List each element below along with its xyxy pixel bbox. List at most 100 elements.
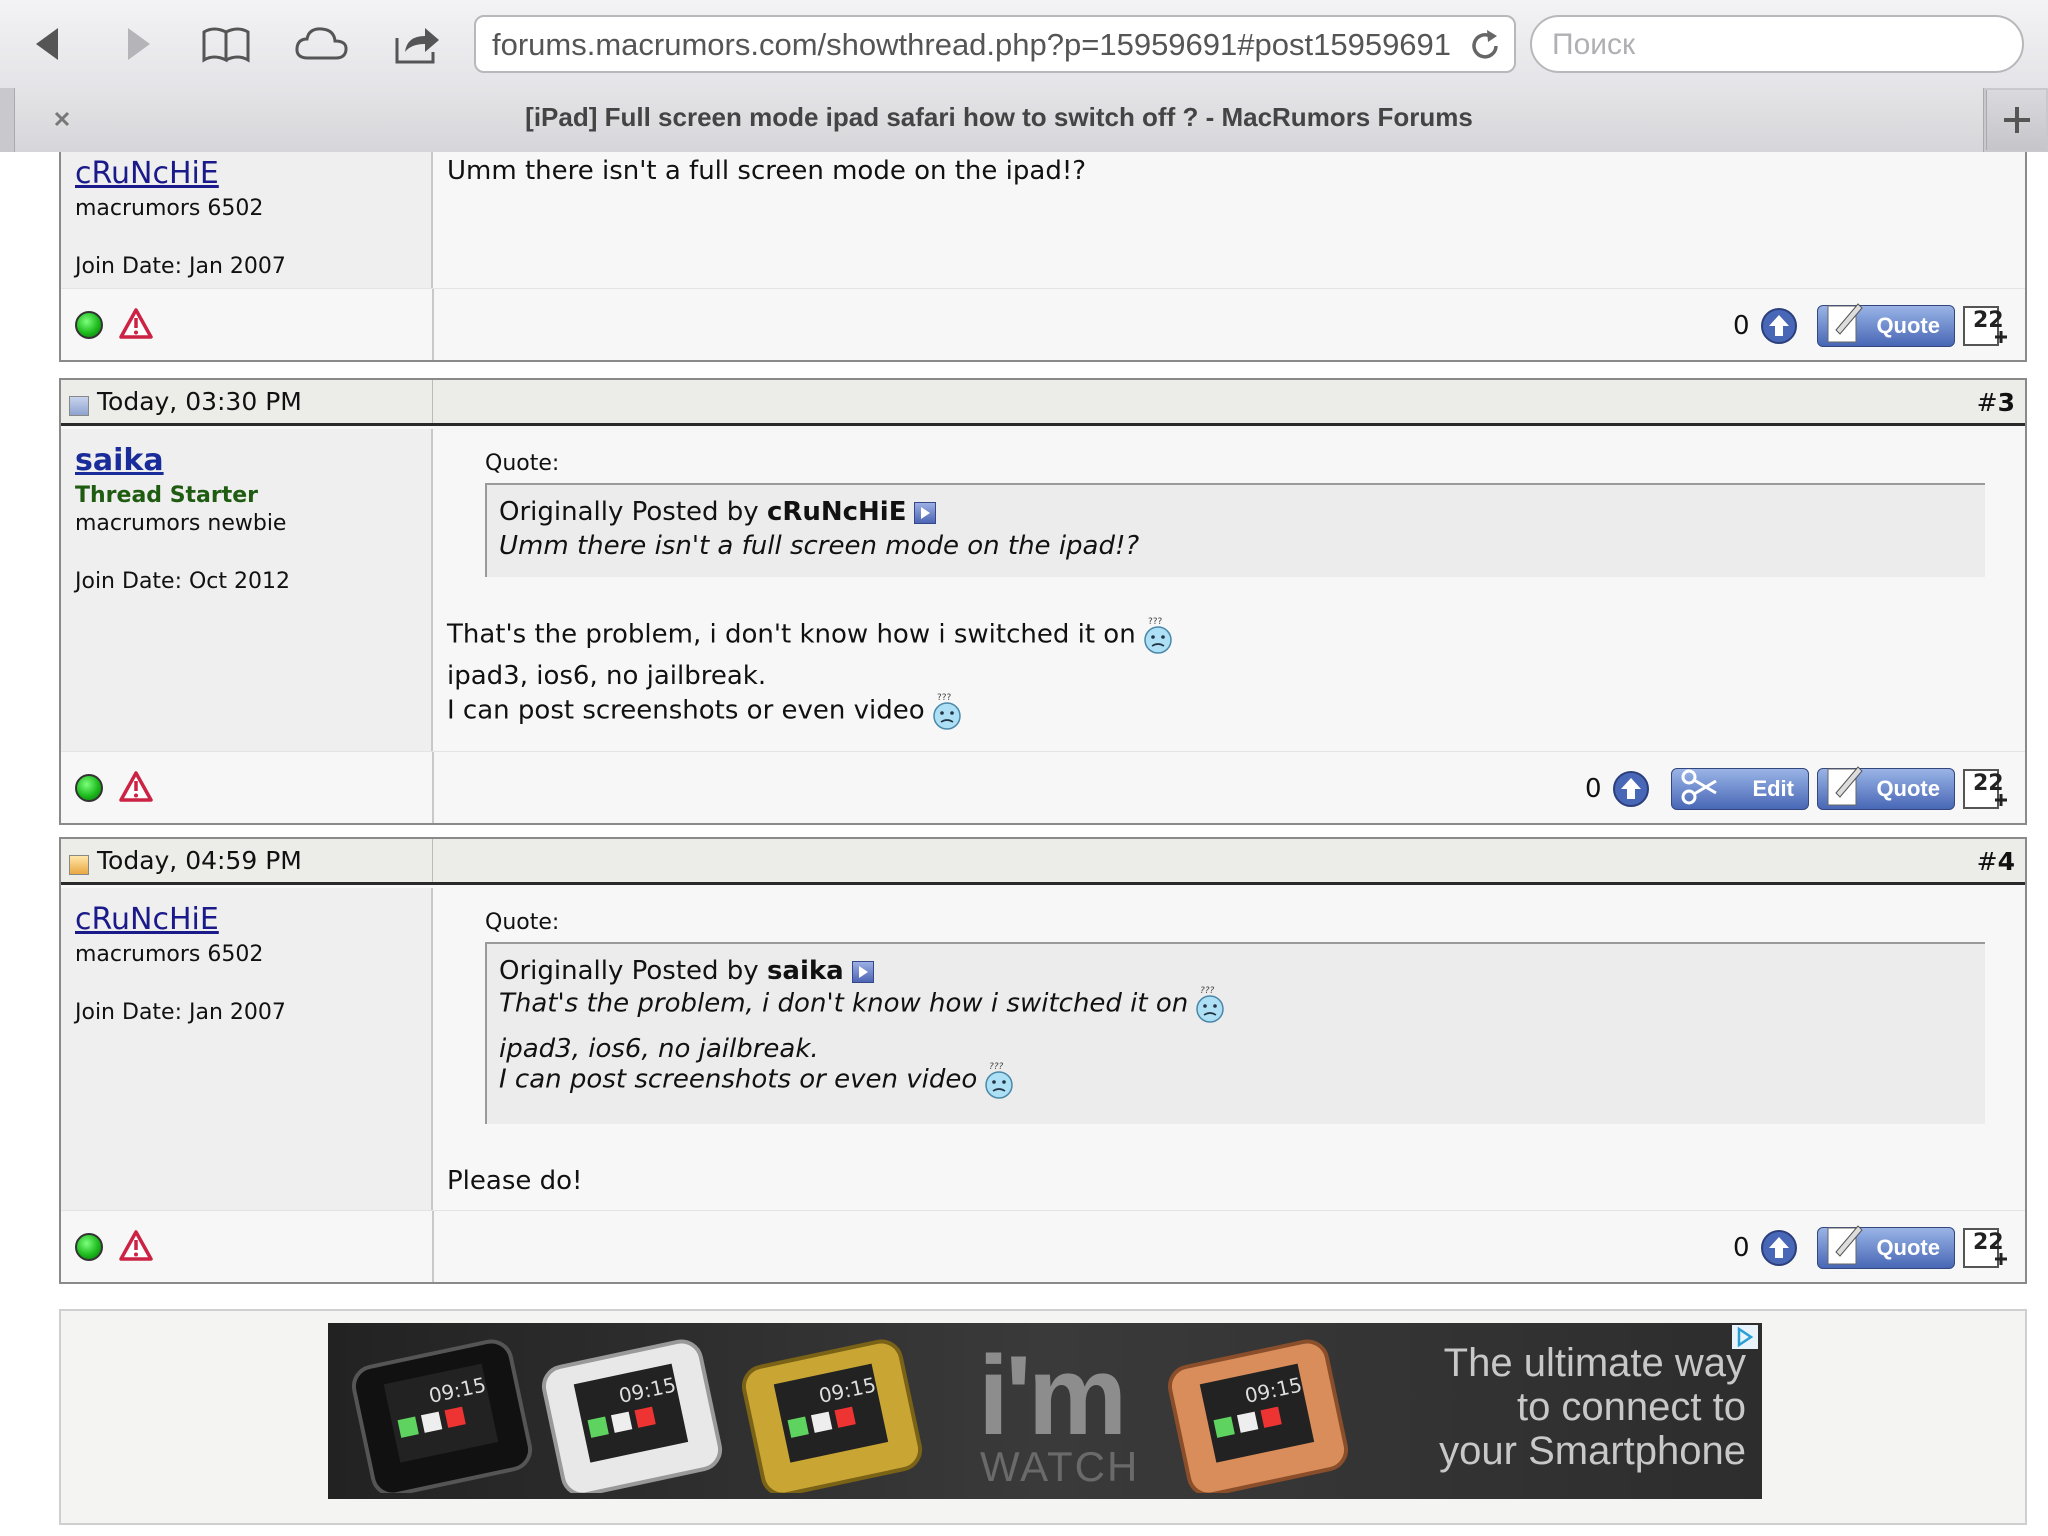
quote-pencil-icon <box>1827 1225 1863 1265</box>
edit-button-label: Edit <box>1752 776 1794 801</box>
browser-toolbar: forums.macrumors.com/showthread.php?p=15… <box>0 0 2048 88</box>
watch-image: 09:15 <box>741 1339 923 1493</box>
join-date: Join Date: Oct 2012 <box>75 569 291 594</box>
watch-image: 09:15 <box>351 1339 533 1493</box>
quote-author: cRuNcHiE <box>766 497 907 527</box>
quote-button-label: Quote <box>1876 776 1940 801</box>
post-message: Umm there isn't a full screen mode on th… <box>433 152 2025 288</box>
multiquote-icon[interactable]: 22 <box>1961 1223 2009 1271</box>
tab-title: [iPad] Full screen mode ipad safari how … <box>525 102 1473 132</box>
post-header: Today, 03:30 PM #3 <box>61 380 2025 426</box>
message-text: Umm there isn't a full screen mode on th… <box>447 156 1087 186</box>
new-tab-button[interactable] <box>1986 90 2046 150</box>
quote-pencil-icon <box>1827 303 1863 343</box>
svg-text:22: 22 <box>1973 1230 2004 1255</box>
quote-button[interactable]: Quote <box>1817 766 1955 810</box>
confused-smiley-icon: ??? <box>1194 984 1226 1024</box>
quote-pencil-icon <box>1827 766 1863 806</box>
join-date: Join Date: Jan 2007 <box>75 1000 286 1025</box>
view-post-icon[interactable] <box>851 960 874 983</box>
post-userinfo: saika Thread Starter macrumors newbie Jo… <box>61 429 433 751</box>
tab-bar: [iPad] Full screen mode ipad safari how … <box>0 88 2048 152</box>
svg-text:22: 22 <box>1973 308 2004 333</box>
report-post-icon[interactable] <box>119 770 153 804</box>
vote-count: 0 <box>1585 774 1602 804</box>
report-post-icon[interactable] <box>119 1229 153 1263</box>
post-read-icon <box>69 395 89 416</box>
post-userinfo: cRuNcHiE macrumors 6502 Join Date: Jan 2… <box>61 152 433 288</box>
quote-button[interactable]: Quote <box>1817 303 1955 347</box>
ad-container: 09:15 09:15 09:15 i'm WATCH 09:15 The ul… <box>59 1309 2027 1525</box>
user-title: macrumors 6502 <box>75 196 264 221</box>
plus-icon <box>2003 107 2030 133</box>
message-line: That's the problem, i don't know how i s… <box>447 615 1174 655</box>
svg-text:???: ??? <box>937 693 952 703</box>
confused-smiley-icon: ??? <box>931 691 963 731</box>
adchoices-icon[interactable] <box>1732 1325 1758 1349</box>
post-4: Today, 04:59 PM #4 cRuNcHiE macrumors 65… <box>59 837 2027 1284</box>
vote-up-icon[interactable] <box>1612 770 1650 808</box>
svg-text:???: ??? <box>989 1062 1004 1072</box>
tab-active[interactable]: [iPad] Full screen mode ipad safari how … <box>14 88 1984 152</box>
confused-smiley-icon: ??? <box>1142 615 1174 655</box>
edit-button[interactable]: Edit <box>1671 768 1809 810</box>
svg-text:22: 22 <box>1973 771 2004 796</box>
scissors-icon <box>1681 769 1717 805</box>
svg-text:???: ??? <box>1148 617 1163 627</box>
post-username[interactable]: cRuNcHiE <box>75 902 219 937</box>
quote-button[interactable]: Quote <box>1817 1225 1955 1269</box>
message-line: I can post screenshots or even video??? <box>447 691 963 731</box>
search-input[interactable]: Поиск <box>1530 15 2024 73</box>
icloud-tabs-icon[interactable] <box>292 14 352 74</box>
post-username[interactable]: cRuNcHiE <box>75 156 219 191</box>
vote-up-icon[interactable] <box>1760 307 1798 345</box>
url-text: forums.macrumors.com/showthread.php?p=15… <box>492 27 1452 62</box>
post-date: Today, 03:30 PM <box>69 387 302 416</box>
user-title: macrumors newbie <box>75 511 287 536</box>
watch-image: 09:15 <box>541 1339 723 1493</box>
post-date: Today, 04:59 PM <box>69 846 302 875</box>
post-message: Quote: Originally Posted by cRuNcHiE Umm… <box>433 429 2025 751</box>
ad-brand: i'm <box>978 1333 1127 1458</box>
ad-slogan: The ultimate way to connect to your Smar… <box>1439 1341 1746 1473</box>
back-icon[interactable] <box>18 14 78 74</box>
report-post-icon[interactable] <box>119 307 153 341</box>
online-status-icon <box>75 1233 103 1261</box>
vote-count: 0 <box>1733 1233 1750 1263</box>
vote-count: 0 <box>1733 311 1750 341</box>
address-bar[interactable]: forums.macrumors.com/showthread.php?p=15… <box>474 15 1516 73</box>
quote-block: Originally Posted by saika That's the pr… <box>485 942 1985 1124</box>
search-placeholder: Поиск <box>1552 28 1636 61</box>
quote-block: Originally Posted by cRuNcHiE Umm there … <box>485 483 1985 577</box>
multiquote-icon[interactable]: 22 <box>1961 301 2009 349</box>
thread-starter-badge: Thread Starter <box>75 483 259 508</box>
quote-label: Quote: <box>485 910 560 935</box>
ad-banner[interactable]: 09:15 09:15 09:15 i'm WATCH 09:15 The ul… <box>328 1323 1762 1499</box>
svg-text:???: ??? <box>1200 986 1215 996</box>
multiquote-icon[interactable]: 22 <box>1961 764 2009 812</box>
quote-author: saika <box>766 956 844 986</box>
user-title: macrumors 6502 <box>75 942 264 967</box>
forward-icon[interactable] <box>108 14 168 74</box>
message-line: Please do! <box>447 1166 583 1196</box>
post-username[interactable]: saika <box>75 443 164 478</box>
vote-up-icon[interactable] <box>1760 1229 1798 1267</box>
post-number[interactable]: #4 <box>1977 847 2015 876</box>
view-post-icon[interactable] <box>914 501 937 524</box>
post-number[interactable]: #3 <box>1977 388 2015 417</box>
bookmarks-icon[interactable] <box>196 14 256 74</box>
quote-button-label: Quote <box>1876 313 1940 338</box>
post-footer: 0 Quote 22 <box>61 1210 2025 1282</box>
post-3: Today, 03:30 PM #3 saika Thread Starter … <box>59 378 2027 825</box>
confused-smiley-icon: ??? <box>983 1060 1015 1100</box>
post-footer: 0 Quote 22 <box>61 288 2025 360</box>
post-userinfo: cRuNcHiE macrumors 6502 Join Date: Jan 2… <box>61 888 433 1210</box>
quote-attribution: Originally Posted by saika <box>499 956 874 986</box>
reload-icon[interactable] <box>1466 27 1504 65</box>
share-icon[interactable] <box>388 14 448 74</box>
post-message: Quote: Originally Posted by saika That's… <box>433 888 2025 1210</box>
post-new-icon <box>69 854 89 875</box>
page-content: cRuNcHiE macrumors 6502 Join Date: Jan 2… <box>0 152 2048 1536</box>
join-date: Join Date: Jan 2007 <box>75 254 286 279</box>
online-status-icon <box>75 311 103 339</box>
